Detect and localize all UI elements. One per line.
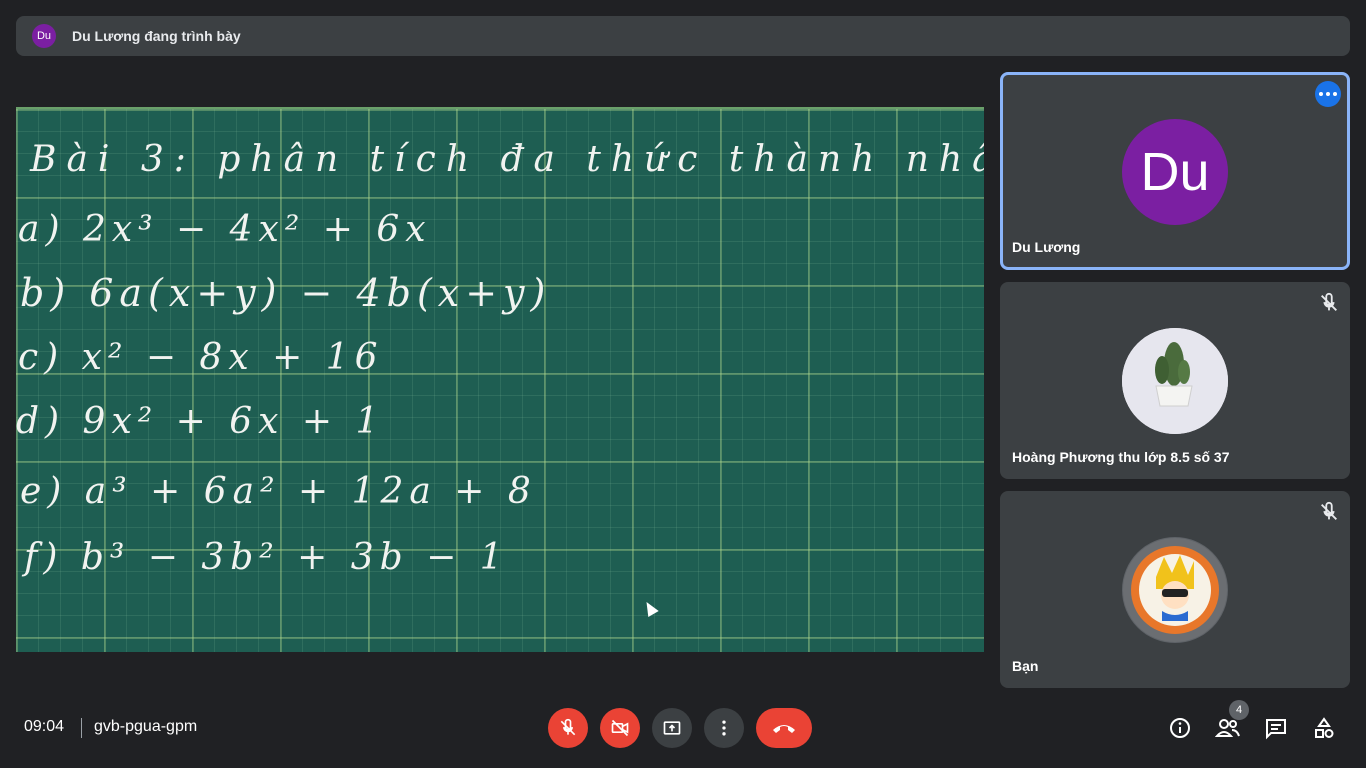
board-line-d: d) 9x² + 6x + 1 — [16, 401, 385, 442]
mouse-cursor-icon — [641, 598, 659, 618]
avatar — [1122, 537, 1228, 643]
clock: 09:04 — [24, 718, 65, 735]
present-screen-button[interactable] — [652, 708, 692, 748]
info-icon — [1170, 718, 1190, 738]
participant-tile[interactable]: Hoàng Phương thu lớp 8.5 số 37 — [1000, 282, 1350, 479]
chat-button[interactable] — [1262, 714, 1290, 742]
participant-tile-presenter[interactable]: Du Du Lương — [1000, 72, 1350, 270]
presenter-avatar: Du — [32, 24, 56, 48]
divider — [81, 718, 82, 738]
chat-icon — [1266, 719, 1286, 740]
camera-toggle-button[interactable] — [600, 708, 640, 748]
leave-call-button[interactable] — [756, 708, 812, 748]
participant-name: Du Lương — [1012, 239, 1081, 255]
board-line-b: b) 6a(x+y) − 4b(x+y) — [20, 271, 552, 315]
board-line-a: a) 2x³ − 4x² + 6x — [18, 209, 432, 250]
avatar — [1122, 328, 1228, 434]
mic-off-icon — [560, 718, 576, 736]
board-line-f: f) b³ − 3b² + 3b − 1 — [24, 537, 509, 578]
participant-tile-self[interactable]: Bạn — [1000, 491, 1350, 688]
meeting-details-button[interactable] — [1166, 714, 1194, 742]
presenter-label: Du Lương đang trình bày — [72, 28, 241, 44]
participant-name: Bạn — [1012, 658, 1039, 674]
shapes-icon — [1315, 717, 1334, 738]
people-count-badge: 4 — [1229, 700, 1249, 720]
more-options-button[interactable] — [704, 708, 744, 748]
avatar: Du — [1122, 119, 1228, 225]
mic-off-icon — [1321, 292, 1337, 311]
mic-off-icon — [1321, 501, 1337, 520]
participant-name: Hoàng Phương thu lớp 8.5 số 37 — [1012, 449, 1230, 465]
mic-toggle-button[interactable] — [548, 708, 588, 748]
shared-screen: Bài 3: phân tích đa thức thành nhân tử a… — [16, 107, 984, 652]
meeting-code: gvb-pgua-gpm — [94, 718, 198, 735]
more-vert-icon — [722, 720, 726, 736]
camera-off-icon — [611, 719, 629, 737]
present-icon — [663, 721, 681, 735]
anime-avatar-icon — [1123, 538, 1227, 642]
cactus-icon — [1122, 328, 1228, 434]
presenter-banner: Du Du Lương đang trình bày — [16, 16, 1350, 56]
board-line-c: c) x² − 8x + 16 — [18, 337, 384, 378]
board-line-e: e) a³ + 6a² + 12a + 8 — [20, 471, 537, 512]
hangup-icon — [773, 725, 795, 733]
more-options-button[interactable] — [1315, 81, 1341, 107]
activities-button[interactable] — [1310, 714, 1338, 742]
board-title: Bài 3: phân tích đa thức thành nhân tử — [30, 139, 984, 180]
call-controls-bar: 09:04 gvb-pgua-gpm 4 — [0, 700, 1366, 768]
